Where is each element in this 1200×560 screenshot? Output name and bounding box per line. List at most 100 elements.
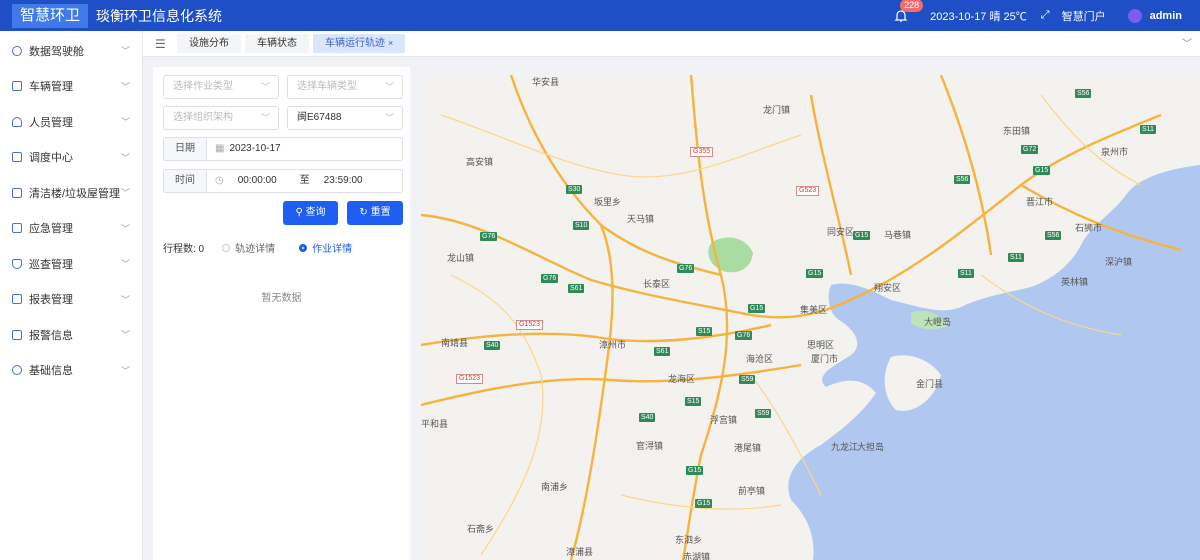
work-type-placeholder: 选择作业类型 xyxy=(173,81,233,92)
chevron-down-icon: ﹀ xyxy=(384,82,394,92)
highway-shield: G15 xyxy=(806,269,824,278)
work-type-select[interactable]: 选择作业类型 ﹀ xyxy=(163,75,279,99)
menu-collapse-icon[interactable]: ☰ xyxy=(155,37,167,51)
sidebar-item-stations[interactable]: 清洁楼/垃圾屋管理 ﹀ xyxy=(0,175,142,211)
map-place-label: 浮宫镇 xyxy=(710,415,738,425)
search-icon: ⚲ xyxy=(295,207,306,218)
dashboard-icon xyxy=(12,45,22,56)
sidebar-item-emergency[interactable]: 应急管理 ﹀ xyxy=(0,211,142,247)
highway-shield: S11 xyxy=(1008,253,1024,262)
map-place-label: 集美区 xyxy=(800,305,828,315)
sidebar-item-label: 数据驾驶舱 xyxy=(29,45,84,58)
map-place-label: 龙山镇 xyxy=(447,253,475,263)
chevron-down-icon: ﹀ xyxy=(384,113,394,123)
sidebar-item-personnel[interactable]: 人员管理 ﹀ xyxy=(0,104,142,140)
sidebar-item-dispatch[interactable]: 调度中心 ﹀ xyxy=(0,140,142,176)
map-place-label: 天马镇 xyxy=(627,214,655,224)
sidebar-item-dashboard[interactable]: 数据驾驶舱 ﹀ xyxy=(0,33,142,69)
top-bar: 智慧环卫 琰衡环卫信息化系统 228 2023-10-17 晴 25℃ ⤢ 智慧… xyxy=(0,0,1200,31)
vehicle-type-placeholder: 选择车辆类型 xyxy=(297,81,357,92)
fullscreen-icon[interactable]: ⤢ xyxy=(1041,9,1050,22)
radio-work-detail[interactable] xyxy=(299,243,308,252)
tab-vehicle-track[interactable]: 车辆运行轨迹 × xyxy=(313,34,406,53)
map-place-label: 漳州市 xyxy=(599,340,627,350)
map-place-label: 官浔镇 xyxy=(636,441,664,451)
sidebar-item-reports[interactable]: 报表管理 ﹀ xyxy=(0,282,142,318)
sidebar: 数据驾驶舱 ﹀ 车辆管理 ﹀ 人员管理 ﹀ 调度中心 ﹀ 清洁楼/垃圾屋管理 ﹀ 应急管理… xyxy=(0,31,143,560)
highway-shield: G72 xyxy=(1021,145,1039,154)
highway-shield: S56 xyxy=(1045,231,1062,240)
map-place-label: 港尾镇 xyxy=(734,443,762,453)
highway-shield: G523 xyxy=(796,186,820,196)
close-icon[interactable]: × xyxy=(388,38,393,48)
highway-shield: G15 xyxy=(695,499,713,508)
avatar[interactable] xyxy=(1127,8,1142,23)
search-label: 查询 xyxy=(305,207,326,218)
sidebar-item-label: 车辆管理 xyxy=(29,81,73,94)
tab-facility-distribution[interactable]: 设施分布 xyxy=(177,34,241,53)
chevron-down-icon: ﹀ xyxy=(120,188,130,198)
map-place-label: 长泰区 xyxy=(643,279,671,289)
highway-shield: G76 xyxy=(480,232,498,241)
tab-label: 车辆运行轨迹 xyxy=(325,38,385,49)
radio-work-label[interactable]: 作业详情 xyxy=(312,240,352,255)
plate-value: 闽E67488 xyxy=(297,112,342,123)
date-value: 2023-10-17 xyxy=(229,143,281,154)
plate-select[interactable]: 闽E67488 ﹀ xyxy=(287,106,403,130)
map-place-label: 赤湖镇 xyxy=(683,552,711,560)
highway-shield: G15 xyxy=(853,231,871,240)
chevron-down-icon: ﹀ xyxy=(120,330,130,340)
system-title: 琰衡环卫信息化系统 xyxy=(96,7,223,24)
report-icon xyxy=(12,294,22,305)
reset-label: 重置 xyxy=(370,207,391,218)
map-view[interactable]: 漳州市 厦门市 泉州市 海沧区 思明区 同安区 翔安区 集美区 长泰区 龙海区 漳浦县 石狮市 晋江市金… xyxy=(421,75,1200,560)
chevron-down-icon[interactable]: ﹀ xyxy=(1182,35,1192,50)
top-right-area: 228 2023-10-17 晴 25℃ ⤢ 智慧门户 admin xyxy=(894,0,1200,31)
time-range-picker[interactable]: 时间 ◷ 00:00:00 至 23:59:00 xyxy=(163,169,403,193)
org-select[interactable]: 选择组织架构 ﹀ xyxy=(163,106,279,130)
map-place-label: 英林镇 xyxy=(1061,277,1089,287)
highway-shield: S11 xyxy=(958,269,974,278)
chevron-down-icon: ﹀ xyxy=(120,294,130,305)
sidebar-item-label: 清洁楼/垃圾屋管理 xyxy=(29,187,121,200)
time-end: 23:59:00 xyxy=(323,175,363,186)
sidebar-item-vehicles[interactable]: 车辆管理 ﹀ xyxy=(0,69,142,105)
search-button[interactable]: ⚲ 查询 xyxy=(283,201,338,225)
date-label: 日期 xyxy=(164,138,207,160)
radio-track-label[interactable]: 轨迹详情 xyxy=(235,240,275,255)
date-picker[interactable]: 日期 ▦ 2023-10-17 xyxy=(163,137,403,161)
map-place-label: 漳浦县 xyxy=(566,547,594,557)
sidebar-item-label: 应急管理 xyxy=(29,223,73,236)
clock-icon: ◷ xyxy=(215,175,224,186)
map-place-label: 平和县 xyxy=(421,419,449,429)
chevron-down-icon: ﹀ xyxy=(260,82,270,92)
alert-icon xyxy=(12,223,22,234)
time-separator: 至 xyxy=(299,175,310,186)
map-place-label: 南靖县 xyxy=(441,338,469,348)
sidebar-item-label: 基础信息 xyxy=(29,365,73,378)
portal-link[interactable]: 智慧门户 xyxy=(1062,8,1106,24)
sidebar-item-inspection[interactable]: 巡查管理 ﹀ xyxy=(0,246,142,282)
calendar-icon: ▦ xyxy=(215,143,225,154)
map-place-label: 晋江市 xyxy=(1026,197,1054,207)
highway-shield: S59 xyxy=(755,409,772,418)
sidebar-item-alarms[interactable]: 报警信息 ﹀ xyxy=(0,317,142,353)
map-place-label: 思明区 xyxy=(807,340,835,350)
chevron-down-icon: ﹀ xyxy=(120,365,130,376)
highway-shield: S61 xyxy=(568,284,585,293)
highway-shield: S40 xyxy=(484,341,501,350)
map-place-label: 海沧区 xyxy=(746,354,774,364)
reset-button[interactable]: ↻ 重置 xyxy=(347,201,403,225)
radio-track-detail[interactable] xyxy=(222,243,231,252)
chevron-down-icon: ﹀ xyxy=(120,223,130,234)
map-place-label: 金门县 xyxy=(916,379,944,389)
sidebar-item-basic-info[interactable]: 基础信息 ﹀ xyxy=(0,353,142,389)
tab-vehicle-status[interactable]: 车辆状态 xyxy=(245,34,309,53)
user-name[interactable]: admin xyxy=(1150,10,1182,22)
logo: 智慧环卫 xyxy=(12,3,89,28)
empty-state: 暂无数据 xyxy=(261,293,302,304)
highway-shield: S61 xyxy=(654,347,671,356)
vehicle-type-select[interactable]: 选择车辆类型 ﹀ xyxy=(287,75,403,99)
tab-bar: ☰ 设施分布 车辆状态 车辆运行轨迹 × ﹀ xyxy=(143,31,1200,57)
bell-icon[interactable]: 228 xyxy=(894,0,924,23)
